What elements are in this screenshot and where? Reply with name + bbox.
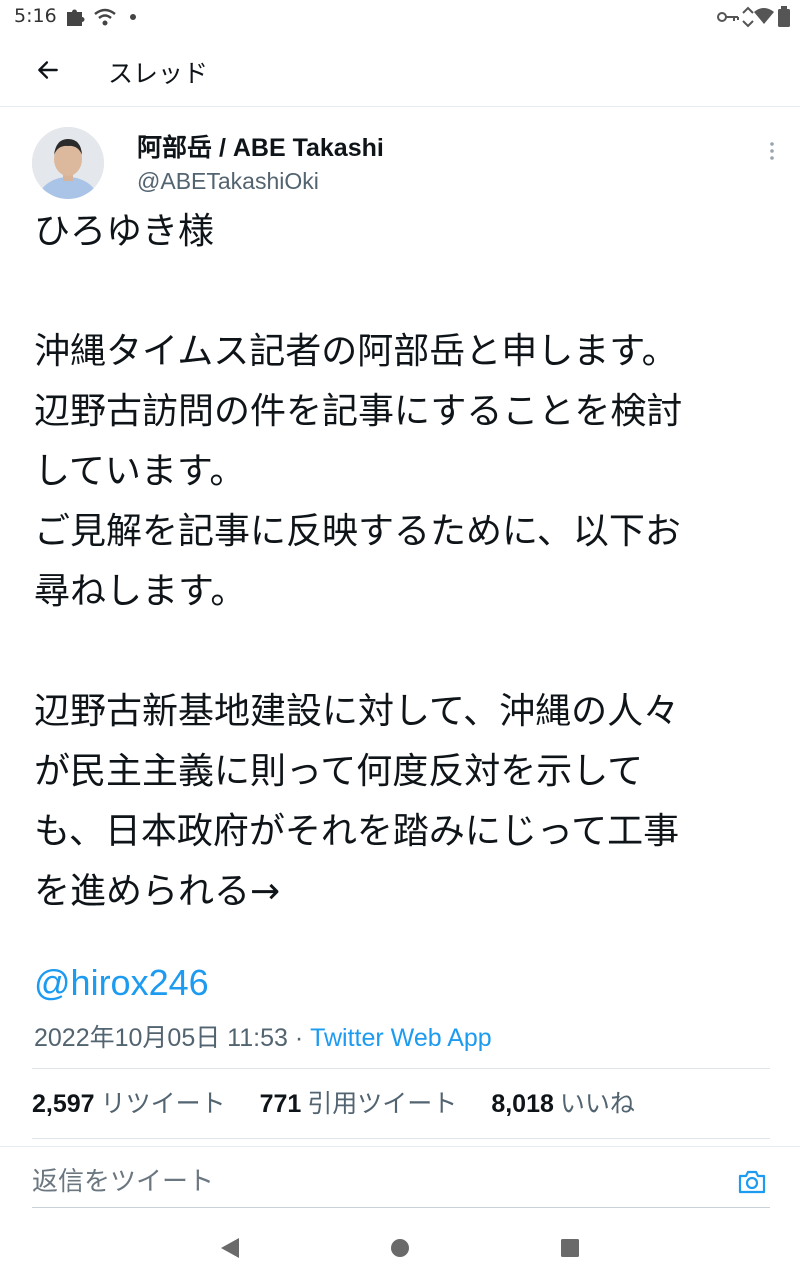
circle-home-icon — [391, 1239, 409, 1257]
camera-icon — [738, 1170, 766, 1194]
profile-photo — [32, 127, 104, 199]
mention-link[interactable]: @hirox246 — [34, 962, 209, 1004]
nav-recents-button[interactable] — [552, 1230, 588, 1266]
tweet-timestamp[interactable]: 2022年10月05日 11:53 — [34, 1024, 288, 1052]
nav-home-button[interactable] — [382, 1230, 418, 1266]
divider — [0, 1146, 800, 1147]
likes-stat[interactable]: 8,018 いいね — [491, 1084, 635, 1120]
arrow-left-icon — [38, 61, 58, 79]
page-title: スレッド — [108, 59, 209, 88]
meta-separator: · — [287, 1024, 311, 1052]
quotes-count: 771 — [259, 1090, 302, 1118]
reply-underline — [32, 1207, 770, 1208]
retweets-count: 2,597 — [32, 1090, 95, 1118]
likes-label: いいね — [559, 1090, 635, 1118]
dot-icon — [130, 14, 136, 20]
puzzle-icon — [67, 9, 85, 26]
divider — [32, 1068, 770, 1069]
more-vertical-icon — [770, 142, 774, 160]
signal-icon — [742, 6, 754, 28]
back-button[interactable] — [24, 50, 72, 90]
tweet-meta: 2022年10月05日 11:53 · Twitter Web App — [34, 1018, 492, 1054]
avatar[interactable] — [32, 127, 104, 199]
likes-count: 8,018 — [491, 1090, 554, 1118]
wifi-full-icon — [754, 8, 774, 24]
more-options-button[interactable] — [760, 138, 784, 164]
reply-input[interactable] — [32, 1160, 692, 1202]
vpn-key-icon — [717, 12, 739, 22]
triangle-back-icon — [221, 1238, 239, 1258]
system-nav-bar — [0, 1214, 800, 1280]
divider — [32, 1138, 770, 1139]
tweet-paragraph: 辺野古新基地建設に対して、沖縄の人々 が民主主義に則って何度反対を示して も、日… — [34, 691, 680, 912]
tweet-source[interactable]: Twitter Web App — [310, 1024, 492, 1052]
tweet-paragraph: 沖縄タイムス記者の阿部岳と申します。 辺野古訪問の件を記事にすることを検討 して… — [34, 331, 683, 612]
author-handle[interactable]: @ABETakashiOki — [137, 168, 319, 195]
retweets-label: リツイート — [100, 1090, 226, 1118]
camera-button[interactable] — [736, 1166, 768, 1198]
nav-back-button[interactable] — [212, 1230, 248, 1266]
author-name[interactable]: 阿部岳 / ABE Takashi — [137, 128, 384, 164]
square-recents-icon — [561, 1239, 579, 1257]
tweet-text: ひろゆき様 沖縄タイムス記者の阿部岳と申します。 辺野古訪問の件を記事にすること… — [34, 202, 774, 922]
tweet-paragraph: ひろゆき様 — [34, 211, 215, 252]
quotes-stat[interactable]: 771 引用ツイート — [260, 1084, 458, 1120]
top-app-bar: スレッド — [0, 34, 800, 107]
tweet-stats: 2,597 リツイート 771 引用ツイート 8,018 いいね — [32, 1084, 669, 1120]
status-time: 5:16 — [14, 5, 57, 27]
battery-icon — [778, 6, 790, 27]
retweets-stat[interactable]: 2,597 リツイート — [32, 1084, 226, 1120]
wifi-icon — [94, 8, 116, 26]
quotes-label: 引用ツイート — [307, 1090, 458, 1118]
status-bar: 5:16 — [0, 0, 800, 34]
